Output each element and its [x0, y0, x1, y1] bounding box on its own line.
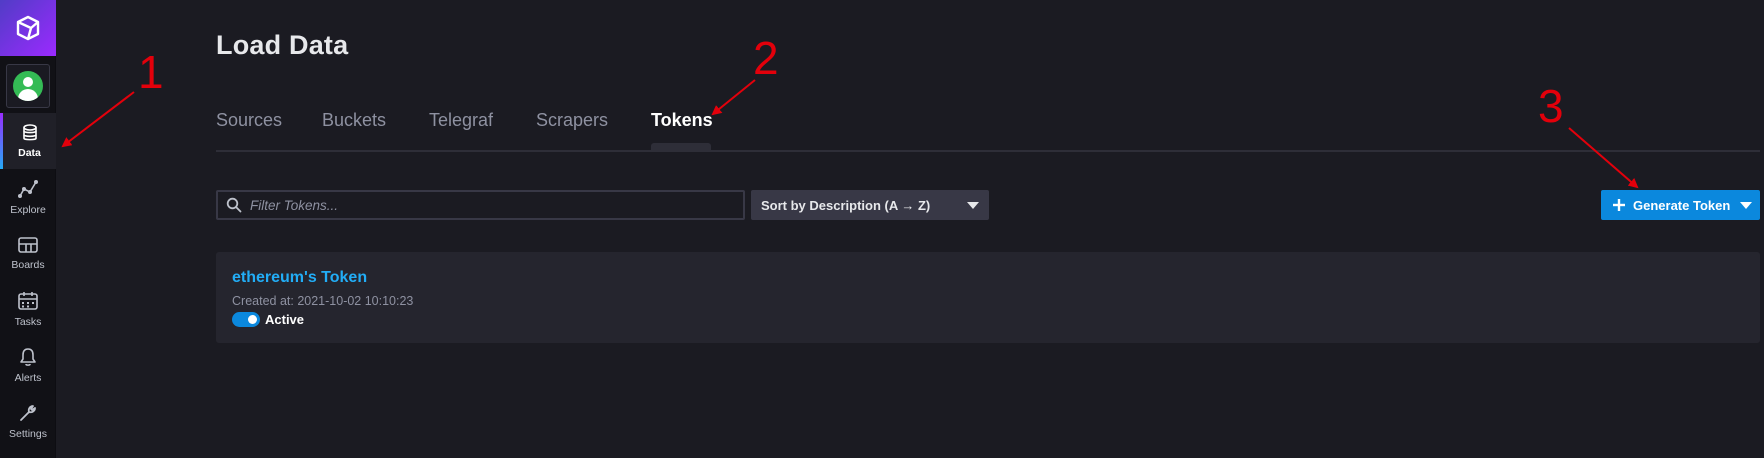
token-card: ethereum's Token Created at: 2021-10-02 …	[216, 252, 1760, 343]
tab-buckets[interactable]: Buckets	[322, 110, 386, 131]
tab-scrapers[interactable]: Scrapers	[536, 110, 608, 131]
sidebar-item-settings[interactable]: Settings	[0, 393, 56, 449]
sidebar-item-label: Settings	[9, 427, 47, 440]
sidebar-item-label: Explore	[10, 203, 46, 216]
sidebar-item-label: Alerts	[14, 371, 42, 384]
tab-sources[interactable]: Sources	[216, 110, 282, 131]
token-status: Active	[232, 312, 304, 327]
page-title: Load Data	[216, 30, 349, 60]
sidebar-item-data[interactable]: Data	[0, 113, 56, 169]
dashboard-grid-icon	[18, 236, 38, 253]
token-created-at: Created at: 2021-10-02 10:10:23	[232, 294, 414, 308]
chevron-down-icon	[967, 201, 979, 209]
user-avatar-button[interactable]	[6, 64, 50, 108]
sidebar-item-tasks[interactable]: Tasks	[0, 281, 56, 337]
filter-tokens-input[interactable]	[250, 193, 743, 217]
annotation-arrow-1	[61, 91, 135, 148]
sidebar-item-label: Data	[18, 146, 41, 159]
token-name-link[interactable]: ethereum's Token	[232, 269, 367, 287]
sort-dropdown[interactable]: Sort by Description (A → Z)	[751, 190, 989, 220]
sort-dropdown-label: Sort by Description (A → Z)	[761, 197, 931, 213]
wrench-icon	[20, 404, 36, 421]
annotation-number-2: 2	[753, 32, 779, 84]
sidebar-item-label: Boards	[11, 258, 45, 271]
plus-icon	[1612, 198, 1626, 212]
generate-token-button[interactable]: Generate Token	[1601, 190, 1760, 220]
filter-tokens-field	[216, 190, 745, 220]
annotation-number-1: 1	[138, 46, 164, 98]
graph-line-icon	[18, 179, 38, 198]
cube-logo-icon	[16, 15, 40, 41]
sidebar-item-label: Tasks	[14, 315, 42, 328]
user-avatar-icon	[13, 71, 43, 101]
generate-token-label: Generate Token	[1633, 197, 1731, 213]
database-icon	[22, 123, 37, 140]
tab-telegraf[interactable]: Telegraf	[429, 110, 493, 131]
search-icon	[226, 197, 242, 213]
influxdb-logo[interactable]	[0, 0, 56, 56]
generate-token-dropdown-toggle[interactable]	[1732, 190, 1760, 220]
sidebar-item-alerts[interactable]: Alerts	[0, 337, 56, 393]
token-status-label: Active	[265, 312, 305, 327]
tab-bar: Sources Buckets Telegraf Scrapers Tokens	[216, 106, 1760, 152]
bell-icon	[20, 347, 36, 366]
sidebar-item-boards[interactable]: Boards	[0, 225, 56, 281]
sidebar-nav: Data Explore Boards Tasks Alerts Setting…	[0, 0, 56, 458]
chevron-down-icon	[1740, 201, 1752, 209]
tab-tokens[interactable]: Tokens	[651, 110, 713, 131]
sidebar-item-explore[interactable]: Explore	[0, 169, 56, 225]
active-tab-indicator	[651, 143, 711, 152]
annotation-overlay: 1 2 3	[61, 32, 1639, 189]
token-active-toggle[interactable]	[232, 312, 260, 327]
calendar-icon	[18, 291, 38, 310]
